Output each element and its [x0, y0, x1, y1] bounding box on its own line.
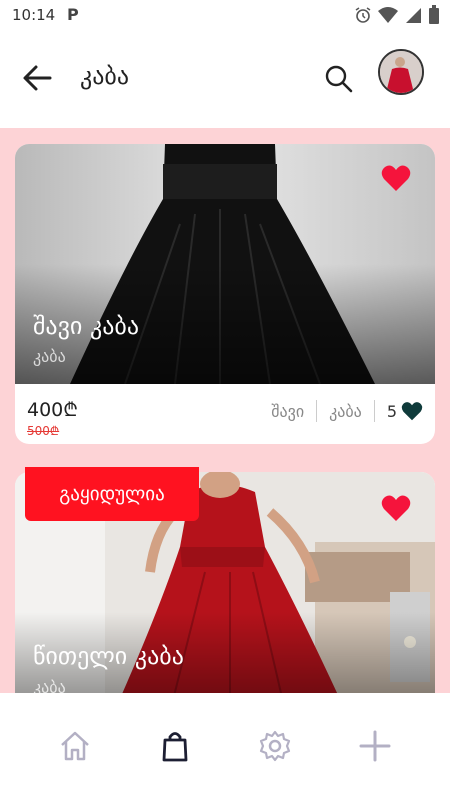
tag-category[interactable]: კაბა — [329, 402, 362, 421]
status-icons — [354, 5, 440, 25]
heart-icon[interactable] — [381, 164, 411, 192]
avatar[interactable] — [378, 49, 424, 95]
status-time: 10:14 — [12, 6, 56, 24]
divider — [316, 400, 318, 422]
page-title: კაბა — [80, 62, 130, 90]
divider — [373, 400, 375, 422]
product-list: შავი კაბა კაბა 400₾ 500₾ შავი კაბა 5 წით… — [0, 128, 450, 693]
home-icon[interactable] — [58, 729, 92, 763]
product-price: 400₾ — [27, 399, 78, 421]
like-count: 5 — [386, 401, 397, 421]
settings-icon[interactable] — [258, 729, 292, 763]
parking-p-icon: P — [67, 5, 79, 24]
sold-badge: გაყიდულია — [25, 467, 199, 521]
wifi-icon — [378, 7, 398, 23]
product-category: კაბა — [33, 678, 66, 693]
tag-color[interactable]: შავი — [271, 402, 304, 421]
product-name: წითელი კაბა — [33, 642, 184, 670]
product-category: კაბა — [33, 347, 66, 366]
product-tags: შავი კაბა 5 — [271, 400, 423, 422]
app-bar: კაბა — [0, 32, 450, 128]
product-image — [15, 144, 435, 384]
heart-like-icon[interactable] — [401, 401, 423, 421]
shopping-bag-icon[interactable] — [158, 729, 192, 763]
status-bar: 10:14 P — [0, 0, 450, 32]
add-icon[interactable] — [358, 729, 392, 763]
alarm-icon — [355, 7, 371, 23]
heart-icon[interactable] — [381, 494, 411, 522]
bottom-navigation — [0, 693, 450, 800]
product-name: შავი კაბა — [33, 312, 140, 340]
search-icon[interactable] — [324, 64, 354, 94]
product-old-price: 500₾ — [27, 424, 60, 438]
signal-icon — [406, 8, 421, 23]
product-card[interactable]: შავი კაბა კაბა 400₾ 500₾ შავი კაბა 5 — [15, 144, 435, 444]
arrow-left-icon[interactable] — [20, 60, 56, 96]
battery-icon — [429, 5, 439, 24]
product-footer: 400₾ 500₾ შავი კაბა 5 — [15, 384, 435, 444]
